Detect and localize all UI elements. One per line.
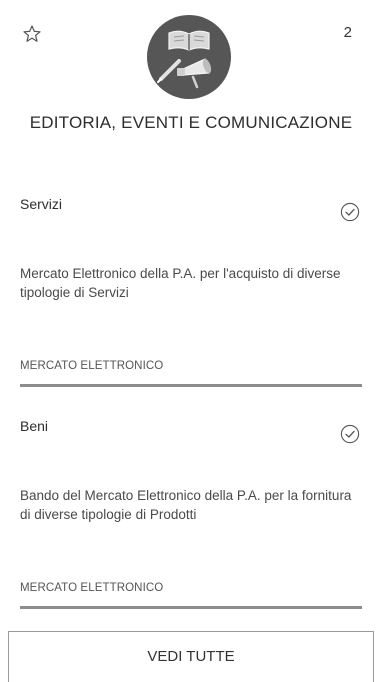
item-description: Bando del Mercato Elettronico della P.A.… [20, 488, 352, 522]
item-description: Mercato Elettronico della P.A. per l'acq… [20, 266, 341, 300]
item-title: Beni [20, 418, 49, 434]
item-type-label: MERCATO ELETTRONICO [20, 582, 164, 594]
item-type-label: MERCATO ELETTRONICO [20, 360, 164, 372]
check-circle-icon[interactable] [340, 424, 360, 444]
category-card: 2 EDITORIA, EVENTI E COMUNICAZIONE Servi… [0, 0, 382, 682]
divider [20, 384, 362, 387]
favorite-star-icon[interactable] [22, 24, 42, 44]
books-and-megaphone-icon [147, 15, 231, 99]
list-item[interactable]: Beni Bando del Mercato Elettronico della… [20, 418, 362, 610]
item-title: Servizi [20, 196, 63, 212]
count-badge: 2 [343, 24, 352, 41]
list-item[interactable]: Servizi Mercato Elettronico della P.A. p… [20, 196, 362, 388]
divider [20, 606, 362, 609]
category-title: EDITORIA, EVENTI E COMUNICAZIONE [29, 113, 353, 132]
see-all-button[interactable]: VEDI TUTTE [8, 631, 374, 682]
check-circle-icon[interactable] [340, 202, 360, 222]
